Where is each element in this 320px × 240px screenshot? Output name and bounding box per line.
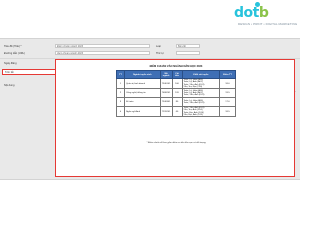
table-cell: 18.5 xyxy=(219,106,236,118)
table-header-cell: Mã ngành xyxy=(159,70,173,79)
table-cell: Toán, Lý, Hóa (A00) Toán, Văn, Anh (D01) xyxy=(181,97,221,108)
table-row: 4 Ngôn ngữ Anh 7220201 60 Toán, Văn, Anh… xyxy=(116,106,236,118)
table-cell: 4 xyxy=(116,106,125,118)
table-cell: 60 xyxy=(171,106,183,118)
table-cell: 2 xyxy=(116,88,125,99)
table-cell: Toán, Lý, Hóa (A00) Toán, Lý, Anh (A01) … xyxy=(181,77,221,90)
table-footnote: * Điểm chuẩn đã bao gồm điểm ưu tiên khu… xyxy=(146,142,206,144)
table-cell: 3 xyxy=(116,97,125,108)
date-label: Ngày đăng xyxy=(4,62,17,65)
table-cell: Quản trị kinh doanh xyxy=(123,77,161,90)
alias-input[interactable]: diem-chuan-nganh-2023 xyxy=(55,51,150,55)
table-cell: 100 xyxy=(171,77,183,90)
type-label: Loại xyxy=(156,45,161,48)
title-label: Tiêu đề (Title) * xyxy=(4,45,22,48)
admission-table: TT Ngành tuyển sinh Mã ngành Chỉ tiêu Kh… xyxy=(116,70,236,118)
table-cell: 18.0 xyxy=(219,77,236,90)
table-header-cell: Chỉ tiêu xyxy=(171,70,183,79)
table-cell: 1 xyxy=(116,77,125,90)
table-cell: 19.5 xyxy=(219,88,236,99)
table-header-cell: Ngành tuyển sinh xyxy=(123,70,161,79)
table-cell: 7480201 xyxy=(159,88,173,99)
table-cell: 7220201 xyxy=(159,106,173,118)
document-title: ĐIỂM CHUẨN VÀO NGÀNH NĂM HỌC 2023 xyxy=(149,65,203,68)
title-input[interactable]: Điểm chuẩn ngành 2023 xyxy=(55,44,150,48)
table-row: 2 Công nghệ thông tin 7480201 120 Toán, … xyxy=(116,88,236,99)
table-cell: Công nghệ thông tin xyxy=(123,88,161,99)
content-label: Nội dung xyxy=(4,84,15,87)
order-input[interactable] xyxy=(176,51,200,55)
table-cell: Toán, Văn, Anh (D01) Văn, Sử, Anh (D14) … xyxy=(181,106,221,118)
table-row: 3 Kế toán 7340301 80 Toán, Lý, Hóa (A00)… xyxy=(116,97,236,108)
table-cell: 7340301 xyxy=(159,97,173,108)
table-cell: 17.0 xyxy=(219,97,236,108)
table-row: 1 Quản trị kinh doanh 7340101 100 Toán, … xyxy=(116,77,236,90)
alias-label: Đường dẫn (URL) xyxy=(4,52,25,55)
brand-logo: dotb DESIGN • PRINT • DIGITAL MARKETING xyxy=(234,2,297,28)
table-cell: 120 xyxy=(171,88,183,99)
logo-wordmark: dotb xyxy=(234,5,269,21)
logo-tagline: DESIGN • PRINT • DIGITAL MARKETING xyxy=(238,22,298,26)
table-cell: Ngôn ngữ Anh xyxy=(123,106,161,118)
table-cell: 7340101 xyxy=(159,77,173,90)
order-label: Thứ tự xyxy=(156,52,164,55)
table-cell: 80 xyxy=(171,97,183,108)
content-editor[interactable]: ĐIỂM CHUẨN VÀO NGÀNH NĂM HỌC 2023 TT Ngà… xyxy=(55,59,295,177)
table-cell: Toán, Lý, Hóa (A00) Toán, Lý, Anh (A01) … xyxy=(181,88,221,99)
table-header-row: TT Ngành tuyển sinh Mã ngành Chỉ tiêu Kh… xyxy=(116,70,236,79)
table-cell: Kế toán xyxy=(123,97,161,108)
table-header-cell: TT xyxy=(116,70,125,79)
type-select[interactable]: Bài viết xyxy=(176,44,200,48)
table-header-cell: Điểm TT xyxy=(219,70,236,79)
table-header-cell: Khối xét tuyển xyxy=(181,70,221,79)
summary-label: Tóm tắt xyxy=(5,71,14,74)
